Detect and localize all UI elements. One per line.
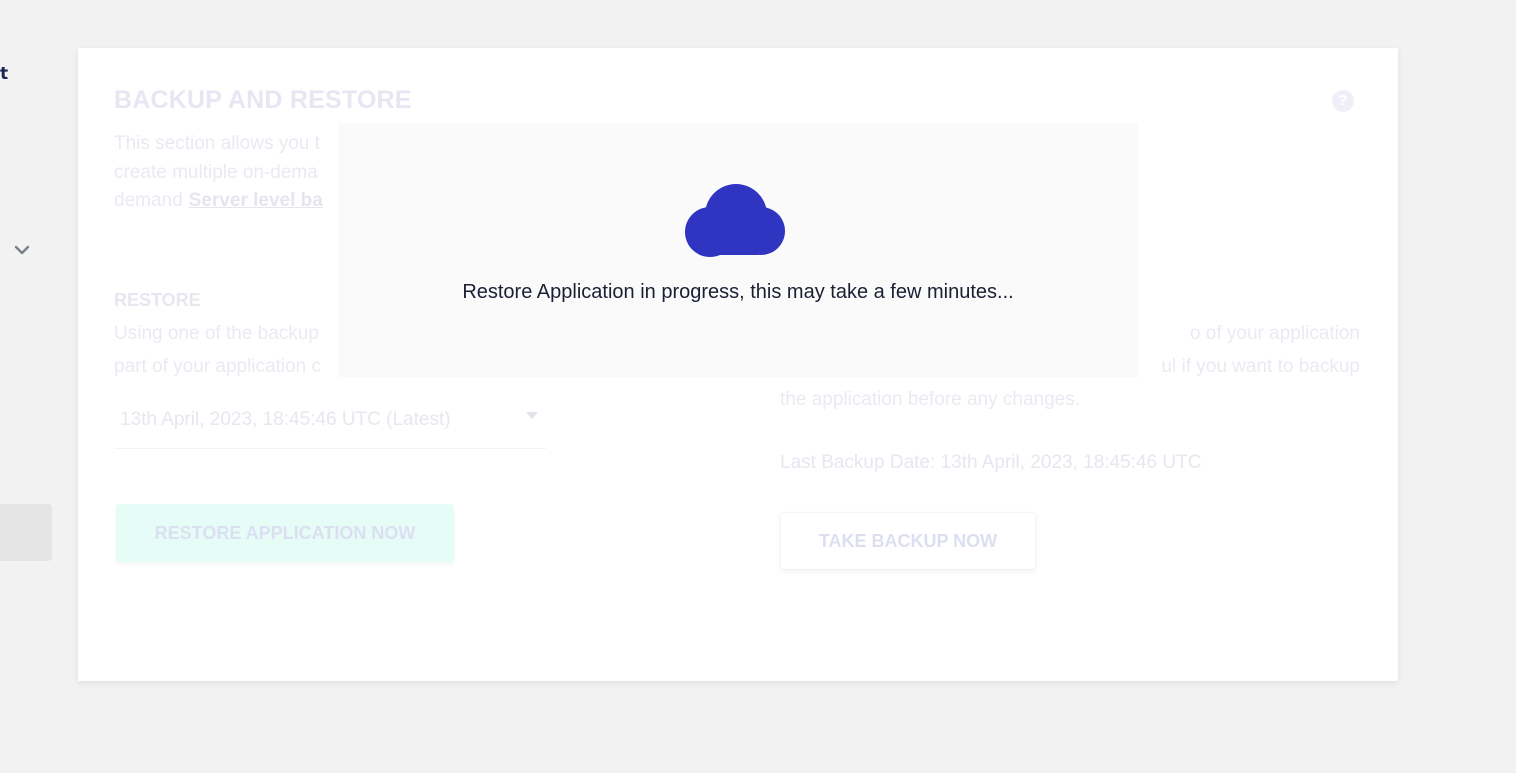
section-title: BACKUP AND RESTORE <box>114 86 412 114</box>
intro-line: This section allows you t <box>114 133 320 154</box>
caret-down-icon <box>526 412 538 419</box>
intro-text: This section allows you t create multipl… <box>114 130 344 216</box>
sidebar-menu-item[interactable] <box>0 504 52 561</box>
backup-desc-line: the application before any changes. <box>780 389 1080 410</box>
restore-progress-overlay: Restore Application in progress, this ma… <box>338 123 1138 377</box>
last-backup-date: Last Backup Date: 13th April, 2023, 18:4… <box>780 452 1202 473</box>
intro-line-text: demand <box>114 190 183 211</box>
chevron-down-icon[interactable] <box>12 240 32 260</box>
server-backup-link[interactable]: Server level ba <box>189 190 323 211</box>
restore-heading: RESTORE <box>114 290 201 310</box>
sidebar-fragment-text: t <box>0 64 9 84</box>
restore-desc-line: Using one of the backup <box>114 323 319 344</box>
intro-line: demand Server level ba <box>114 187 344 216</box>
help-icon[interactable]: ? <box>1332 90 1354 112</box>
cloud-icon <box>685 184 785 257</box>
restore-application-button[interactable]: RESTORE APPLICATION NOW <box>116 504 454 562</box>
intro-line: create multiple on-dema <box>114 161 318 183</box>
backup-select-value: 13th April, 2023, 18:45:46 UTC (Latest) <box>120 409 451 430</box>
take-backup-button[interactable]: TAKE BACKUP NOW <box>780 512 1036 570</box>
progress-message: Restore Application in progress, this ma… <box>462 281 1014 303</box>
restore-description: Using one of the backup part of your app… <box>114 317 344 383</box>
restore-desc-line: part of your application c <box>114 356 322 377</box>
backup-select-dropdown[interactable]: 13th April, 2023, 18:45:46 UTC (Latest) <box>114 398 546 449</box>
